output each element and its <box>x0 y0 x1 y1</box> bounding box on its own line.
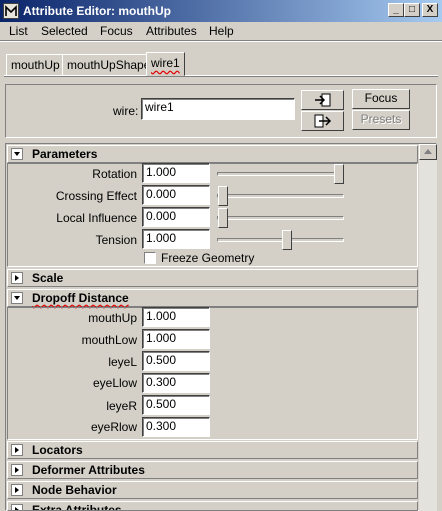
rotation-slider-handle[interactable] <box>334 164 344 184</box>
focus-button[interactable]: Focus <box>352 89 410 109</box>
window-title: Attribute Editor: mouthUp <box>23 4 171 18</box>
dropoff-leyel-label: leyeL <box>108 355 137 369</box>
close-button[interactable]: X <box>422 3 438 17</box>
dropoff-frame <box>7 307 418 440</box>
tab-mouthupshape[interactable]: mouthUpShape <box>62 54 156 76</box>
local-influence-label: Local Influence <box>56 211 137 225</box>
vertical-scrollbar[interactable] <box>419 144 437 511</box>
collapsed-arrow-icon <box>11 444 23 456</box>
crossing-effect-slider-track[interactable] <box>217 194 344 198</box>
tab-wire1[interactable]: wire1 <box>146 52 185 76</box>
tab-wire1-label: wire1 <box>151 56 180 70</box>
section-extra-attributes-label: Extra Attributes <box>32 503 122 511</box>
freeze-geometry-checkbox[interactable] <box>144 252 156 264</box>
dropoff-eyerlow-label: eyeRlow <box>90 420 137 434</box>
collapsed-arrow-icon <box>11 272 23 284</box>
node-name-field[interactable]: wire1 <box>141 98 295 120</box>
section-deformer-attributes[interactable]: Deformer Attributes <box>7 461 418 479</box>
crossing-effect-field[interactable]: 0.000 <box>142 185 210 205</box>
crossing-effect-slider-handle[interactable] <box>218 186 228 206</box>
output-connections-button[interactable] <box>301 111 344 131</box>
section-node-behavior-label: Node Behavior <box>32 483 117 497</box>
dropoff-leyer-label: leyeR <box>106 399 137 413</box>
menu-focus[interactable]: Focus <box>100 24 133 38</box>
tab-mouthupshape-label: mouthUpShape <box>67 58 151 72</box>
tab-divider <box>4 75 438 77</box>
dropoff-eyellow-label: eyeLlow <box>92 376 137 390</box>
dropoff-leyel-field[interactable]: 0.500 <box>142 351 210 371</box>
dropoff-mouthup-label: mouthUp <box>88 311 137 325</box>
menu-bar: List Selected Focus Attributes Help <box>0 22 442 40</box>
local-influence-field[interactable]: 0.000 <box>142 207 210 227</box>
minimize-button[interactable]: _ <box>388 3 404 17</box>
section-dropoff-distance[interactable]: Dropoff Distance <box>7 289 418 307</box>
menu-selected[interactable]: Selected <box>41 24 88 38</box>
section-extra-attributes[interactable]: Extra Attributes <box>7 501 418 511</box>
dropoff-eyerlow-field[interactable]: 0.300 <box>142 417 210 437</box>
dropoff-eyellow-field[interactable]: 0.300 <box>142 373 210 393</box>
dropoff-mouthup-field[interactable]: 1.000 <box>142 307 210 327</box>
scroll-up-arrow-icon[interactable] <box>419 144 437 160</box>
section-parameters[interactable]: Parameters <box>7 145 418 163</box>
expanded-arrow-icon <box>11 148 23 160</box>
input-connections-button[interactable] <box>301 90 344 110</box>
section-dropoff-distance-label: Dropoff Distance <box>32 291 129 305</box>
rotation-field[interactable]: 1.000 <box>142 163 210 183</box>
dropoff-mouthlow-field[interactable]: 1.000 <box>142 329 210 349</box>
section-parameters-label: Parameters <box>32 147 98 161</box>
collapsed-arrow-icon <box>11 464 23 476</box>
menu-help[interactable]: Help <box>209 24 234 38</box>
tension-slider-handle[interactable] <box>281 230 292 250</box>
section-scale[interactable]: Scale <box>7 269 418 287</box>
rotation-label: Rotation <box>92 167 137 181</box>
section-scale-label: Scale <box>32 271 64 285</box>
section-node-behavior[interactable]: Node Behavior <box>7 481 418 499</box>
node-name-label: wire: <box>113 104 139 118</box>
menu-attributes[interactable]: Attributes <box>146 24 197 38</box>
freeze-geometry-label: Freeze Geometry <box>161 251 255 265</box>
section-locators[interactable]: Locators <box>7 441 418 459</box>
maximize-button[interactable]: □ <box>404 3 420 17</box>
section-locators-label: Locators <box>32 443 83 457</box>
dropoff-leyer-field[interactable]: 0.500 <box>142 395 210 415</box>
crossing-effect-label: Crossing Effect <box>55 189 137 203</box>
collapsed-arrow-icon <box>11 484 23 496</box>
dropoff-mouthlow-label: mouthLow <box>81 333 137 347</box>
node-tabs: mouthUp mouthUpShape wire1 <box>4 52 438 76</box>
output-connection-icon <box>314 114 332 131</box>
expanded-arrow-icon <box>11 292 23 304</box>
local-influence-slider-handle[interactable] <box>218 208 228 228</box>
rotation-slider-track[interactable] <box>217 172 344 176</box>
title-bar[interactable]: Attribute Editor: mouthUp _ □ X <box>0 0 442 22</box>
collapsed-arrow-icon <box>11 504 23 510</box>
local-influence-slider-track[interactable] <box>217 216 344 220</box>
tension-field[interactable]: 1.000 <box>142 229 210 249</box>
presets-button[interactable]: Presets <box>352 110 410 130</box>
input-connection-icon <box>314 93 332 110</box>
menu-separator <box>0 40 442 42</box>
menu-list[interactable]: List <box>9 24 28 38</box>
maya-app-icon[interactable] <box>3 3 19 19</box>
section-deformer-attributes-label: Deformer Attributes <box>32 463 145 477</box>
tension-slider-track[interactable] <box>217 238 344 242</box>
tension-label: Tension <box>95 233 137 247</box>
tab-mouthup-label: mouthUp <box>11 58 60 72</box>
tab-mouthup[interactable]: mouthUp <box>6 54 65 76</box>
